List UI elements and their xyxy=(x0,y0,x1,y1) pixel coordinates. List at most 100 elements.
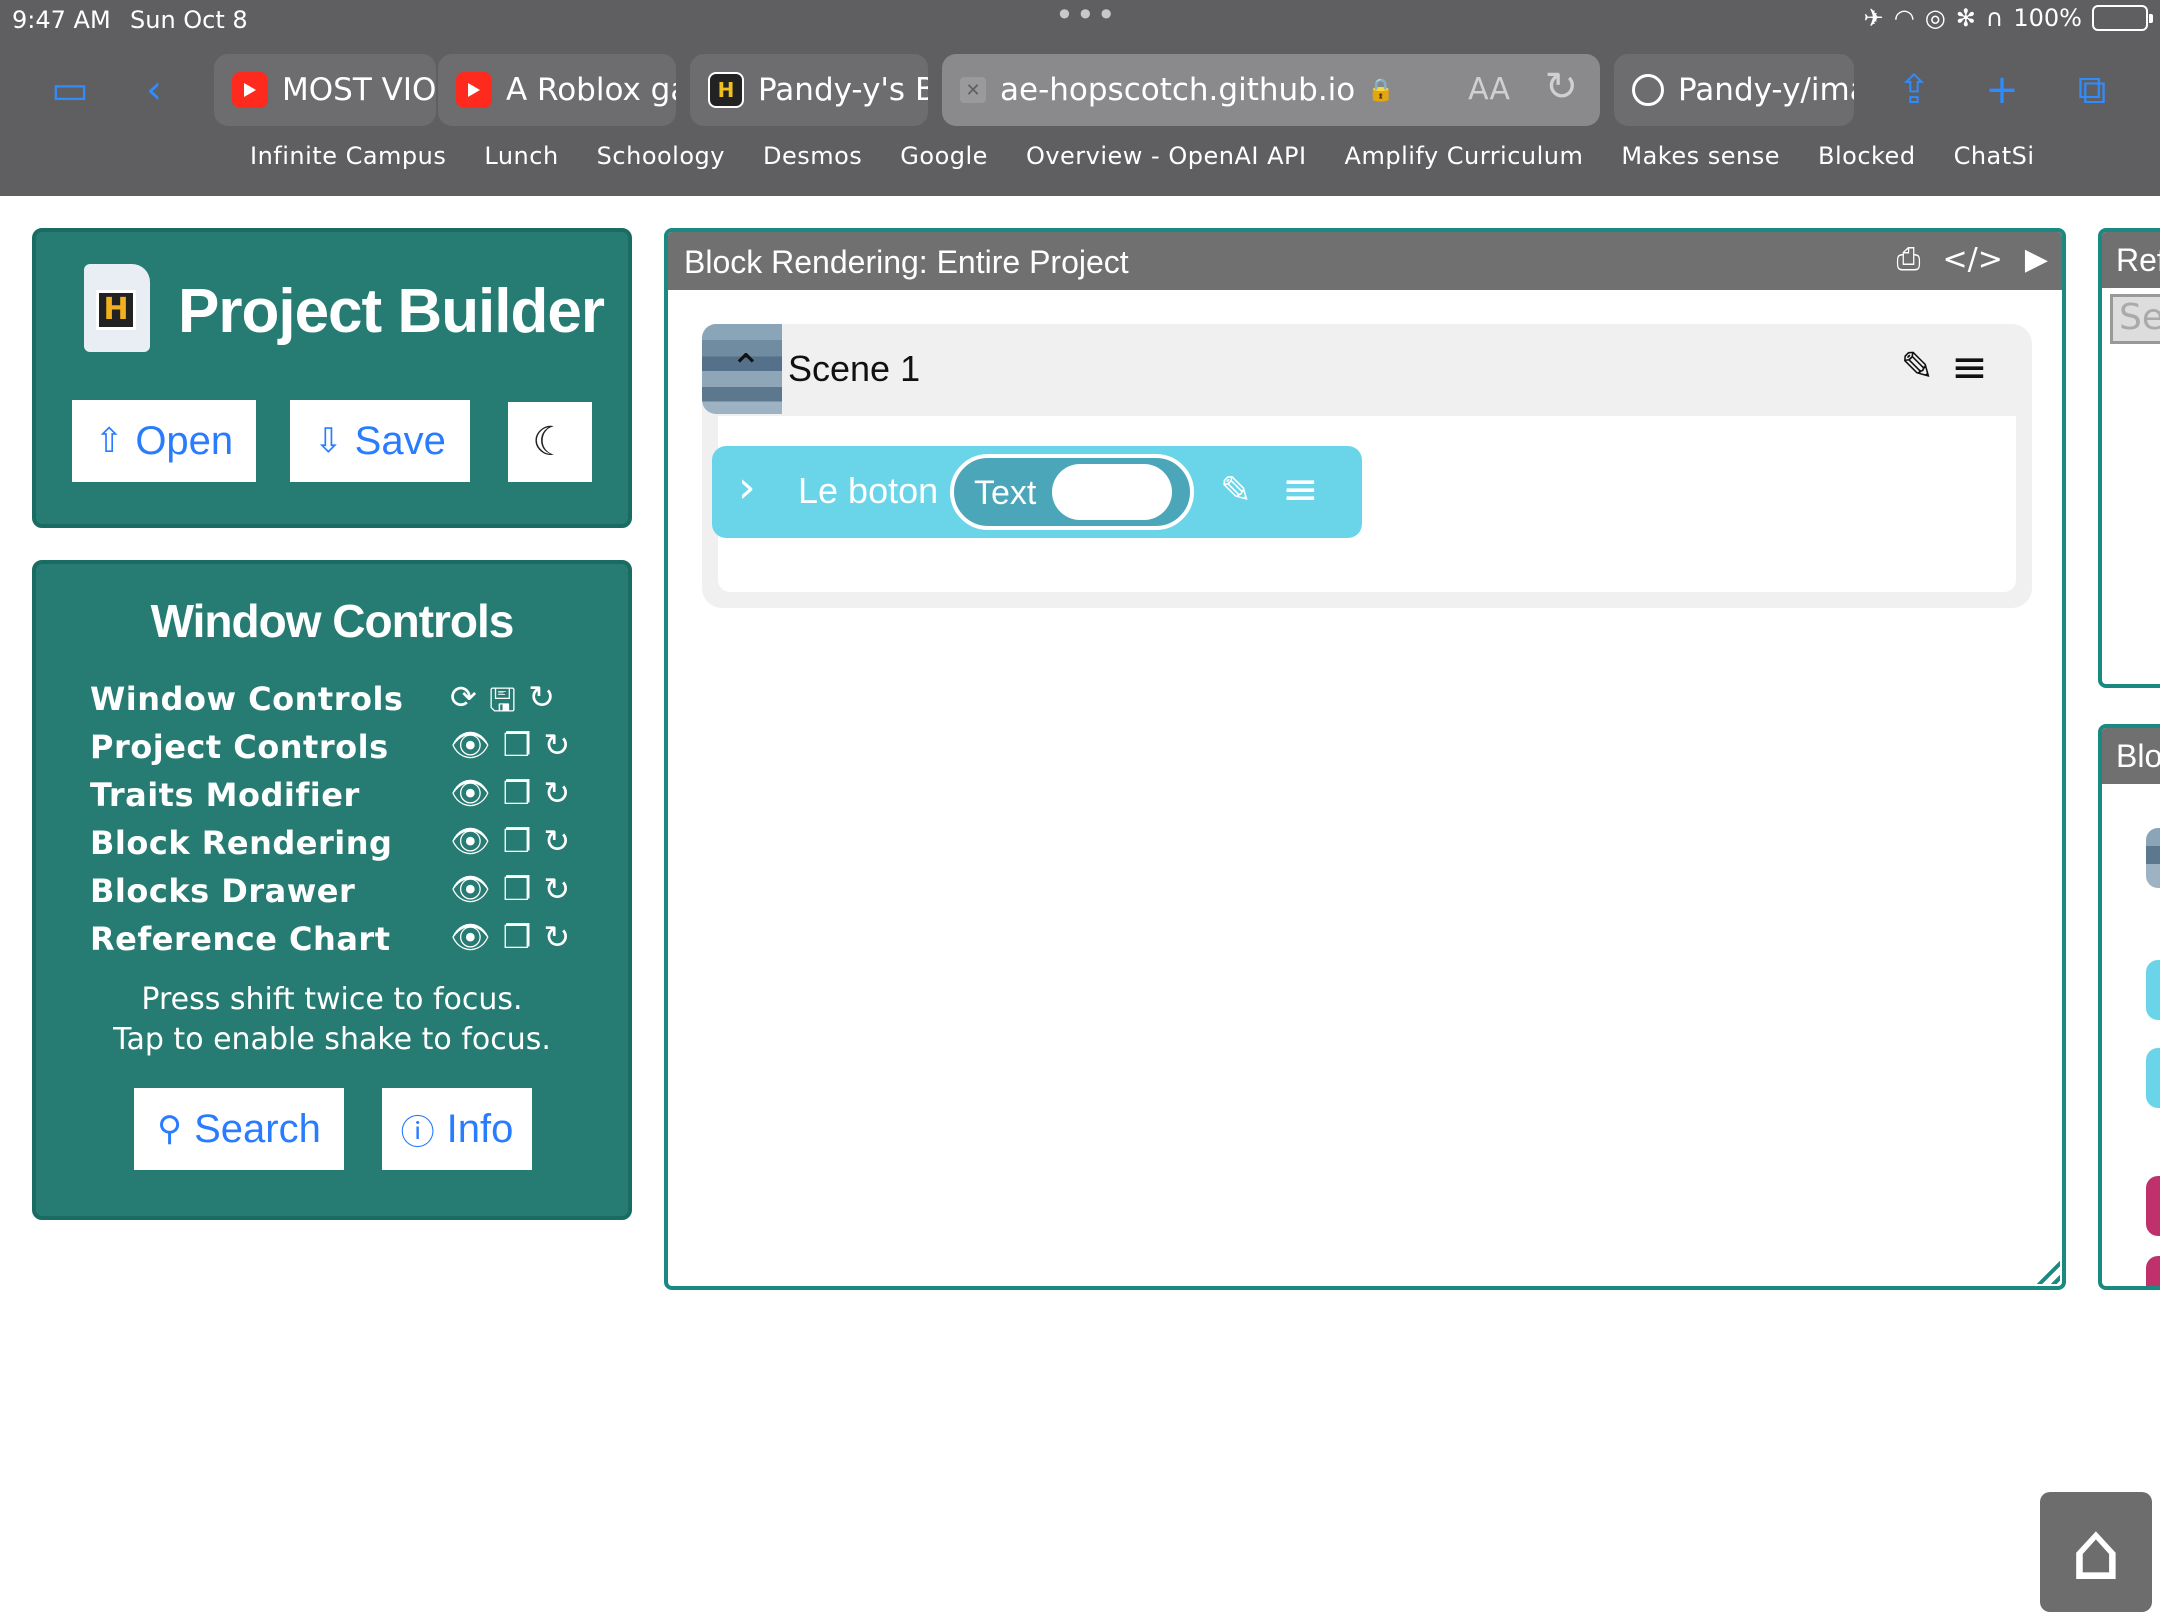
code-icon[interactable]: </> xyxy=(1943,242,2003,277)
control-row: Block Rendering 👁 ❐ ↻ xyxy=(90,820,590,866)
tab-title: Pandy-y's B xyxy=(758,72,928,108)
wifi-icon: ◠ xyxy=(1893,4,1915,32)
rule-block[interactable]: › Le boton Text ✎ ≡ xyxy=(712,446,1362,538)
eye-icon[interactable]: 👁 xyxy=(450,726,491,764)
eye-icon[interactable]: 👁 xyxy=(450,774,491,812)
builder-title: Project Builder xyxy=(178,277,605,346)
block-parameter[interactable]: Text xyxy=(950,454,1194,530)
copy-icon[interactable]: ❐ xyxy=(503,918,532,956)
reference-chart-window: Ref Se xyxy=(2098,228,2160,688)
close-icon[interactable]: ✕ xyxy=(960,77,986,103)
status-date: Sun Oct 8 xyxy=(130,6,248,34)
drawer-block[interactable] xyxy=(2146,1256,2160,1286)
bookmark-item[interactable]: Makes sense xyxy=(1621,142,1780,186)
parameter-value-field[interactable] xyxy=(1052,464,1172,520)
tab-bar: ▭ ‹ MOST VIOL A Roblox ga H Pandy-y's B … xyxy=(0,52,2160,128)
search-icon: ⚲ xyxy=(157,1110,183,1148)
expand-chevron-icon[interactable]: › xyxy=(738,462,756,513)
eye-icon[interactable]: 👁 xyxy=(450,918,491,956)
reset-icon[interactable]: ↻ xyxy=(543,774,570,812)
window-title: Block Rendering: Entire Project xyxy=(684,244,1129,280)
scene-header[interactable]: ⌃ Scene 1 ✎ ≡ xyxy=(702,324,2032,414)
orientation-lock-icon: ◎ xyxy=(1924,4,1946,32)
tab-5[interactable]: Pandy-y/ima xyxy=(1614,54,1854,126)
drawer-block[interactable] xyxy=(2146,1176,2160,1236)
bookmark-item[interactable]: Amplify Curriculum xyxy=(1345,142,1584,186)
menu-icon[interactable]: ≡ xyxy=(1282,464,1319,515)
reset-icon[interactable]: ↻ xyxy=(543,870,570,908)
dark-mode-button[interactable]: ☾ xyxy=(508,402,592,482)
status-time: 9:47 AM xyxy=(12,6,111,34)
control-row-label: Blocks Drawer xyxy=(90,872,356,910)
scene-name: Scene 1 xyxy=(788,348,921,389)
search-label: Search xyxy=(194,1106,321,1151)
reset-icon[interactable]: ↻ xyxy=(543,918,570,956)
window-header[interactable]: Block Rendering: Entire Project ⎙ </> ▶ xyxy=(668,232,2062,290)
open-button[interactable]: ⇧ Open xyxy=(72,400,256,482)
bookmark-item[interactable]: Blocked xyxy=(1818,142,1916,186)
menu-icon[interactable]: ≡ xyxy=(1951,342,1988,393)
control-row-label: Reference Chart xyxy=(90,920,391,958)
reference-search-input[interactable]: Se xyxy=(2110,294,2160,344)
tab-2[interactable]: A Roblox ga xyxy=(438,54,676,126)
window-header[interactable]: Blo xyxy=(2102,728,2160,784)
focus-hint-2[interactable]: Tap to enable shake to focus. xyxy=(36,1022,628,1057)
upload-icon: ⇧ xyxy=(94,422,124,460)
resize-handle[interactable] xyxy=(2030,1254,2060,1284)
new-tab-icon[interactable]: + xyxy=(1976,66,2028,114)
copy-icon[interactable]: ❐ xyxy=(503,774,532,812)
tab-title: MOST VIOL xyxy=(282,72,436,108)
print-icon[interactable]: ⎙ xyxy=(1897,242,1921,277)
collapse-chevron-icon[interactable]: ⌃ xyxy=(730,346,762,390)
reload-icon[interactable]: ↻ xyxy=(1544,64,1578,110)
play-icon[interactable]: ▶ xyxy=(2025,242,2048,277)
bookmark-item[interactable]: Lunch xyxy=(484,142,558,186)
search-button[interactable]: ⚲ Search xyxy=(134,1088,344,1170)
bookmark-item[interactable]: Google xyxy=(900,142,988,186)
lock-icon: 🔒 xyxy=(1367,77,1395,103)
bookmark-item[interactable]: Overview - OpenAI API xyxy=(1026,142,1307,186)
eye-icon[interactable]: 👁 xyxy=(450,870,491,908)
drawer-block[interactable] xyxy=(2146,828,2160,888)
back-icon[interactable]: ‹ xyxy=(128,66,180,114)
bookmark-item[interactable]: ChatSi xyxy=(1954,142,2035,186)
copy-icon[interactable]: ❐ xyxy=(503,726,532,764)
control-row: Blocks Drawer 👁 ❐ ↻ xyxy=(90,868,590,914)
save-button[interactable]: ⇩ Save xyxy=(290,400,470,482)
hopscotch-logo-icon: H xyxy=(84,264,150,352)
copy-icon[interactable]: ❐ xyxy=(503,870,532,908)
pencil-icon[interactable]: ✎ xyxy=(1220,468,1252,512)
moon-icon: ☾ xyxy=(532,420,568,464)
control-row-label: Project Controls xyxy=(90,728,389,766)
multitask-dots-icon[interactable]: ••• xyxy=(1055,0,1118,34)
window-header[interactable]: Ref xyxy=(2102,232,2160,288)
bookmark-item[interactable]: Schoology xyxy=(597,142,725,186)
blocks-drawer-window: Blo xyxy=(2098,724,2160,1290)
tab-overview-icon[interactable]: ⧉ xyxy=(2066,66,2118,114)
bookmark-item[interactable]: Infinite Campus xyxy=(250,142,446,186)
sidebar-icon[interactable]: ▭ xyxy=(44,66,96,114)
pencil-icon[interactable]: ✎ xyxy=(1900,344,1934,390)
info-button[interactable]: ⓘ Info xyxy=(382,1088,532,1170)
eye-icon[interactable]: 👁 xyxy=(450,822,491,860)
home-button[interactable]: ⌂ xyxy=(2040,1492,2152,1612)
address-text[interactable]: ae-hopscotch.github.io xyxy=(1000,72,1355,108)
tab-3[interactable]: H Pandy-y's B xyxy=(690,54,928,126)
bookmark-item[interactable]: Desmos xyxy=(763,142,862,186)
reset-icon[interactable]: ↻ xyxy=(543,726,570,764)
share-icon[interactable]: ⇪ xyxy=(1888,66,1940,114)
drawer-block[interactable] xyxy=(2146,960,2160,1020)
youtube-icon xyxy=(232,72,268,108)
tab-1[interactable]: MOST VIOL xyxy=(214,54,436,126)
copy-icon[interactable]: ❐ xyxy=(503,822,532,860)
hopscotch-icon: H xyxy=(708,72,744,108)
tab-active-address[interactable]: ✕ ae-hopscotch.github.io 🔒 AA ↻ xyxy=(942,54,1600,126)
reader-aa-button[interactable]: AA xyxy=(1468,72,1510,107)
youtube-icon xyxy=(456,72,492,108)
home-icon: ⌂ xyxy=(2070,1505,2122,1598)
control-row: Traits Modifier 👁 ❐ ↻ xyxy=(90,772,590,818)
open-label: Open xyxy=(135,418,234,463)
block-rendering-window: Block Rendering: Entire Project ⎙ </> ▶ … xyxy=(664,228,2066,1290)
drawer-block[interactable] xyxy=(2146,1048,2160,1108)
reset-icon[interactable]: ↻ xyxy=(543,822,570,860)
